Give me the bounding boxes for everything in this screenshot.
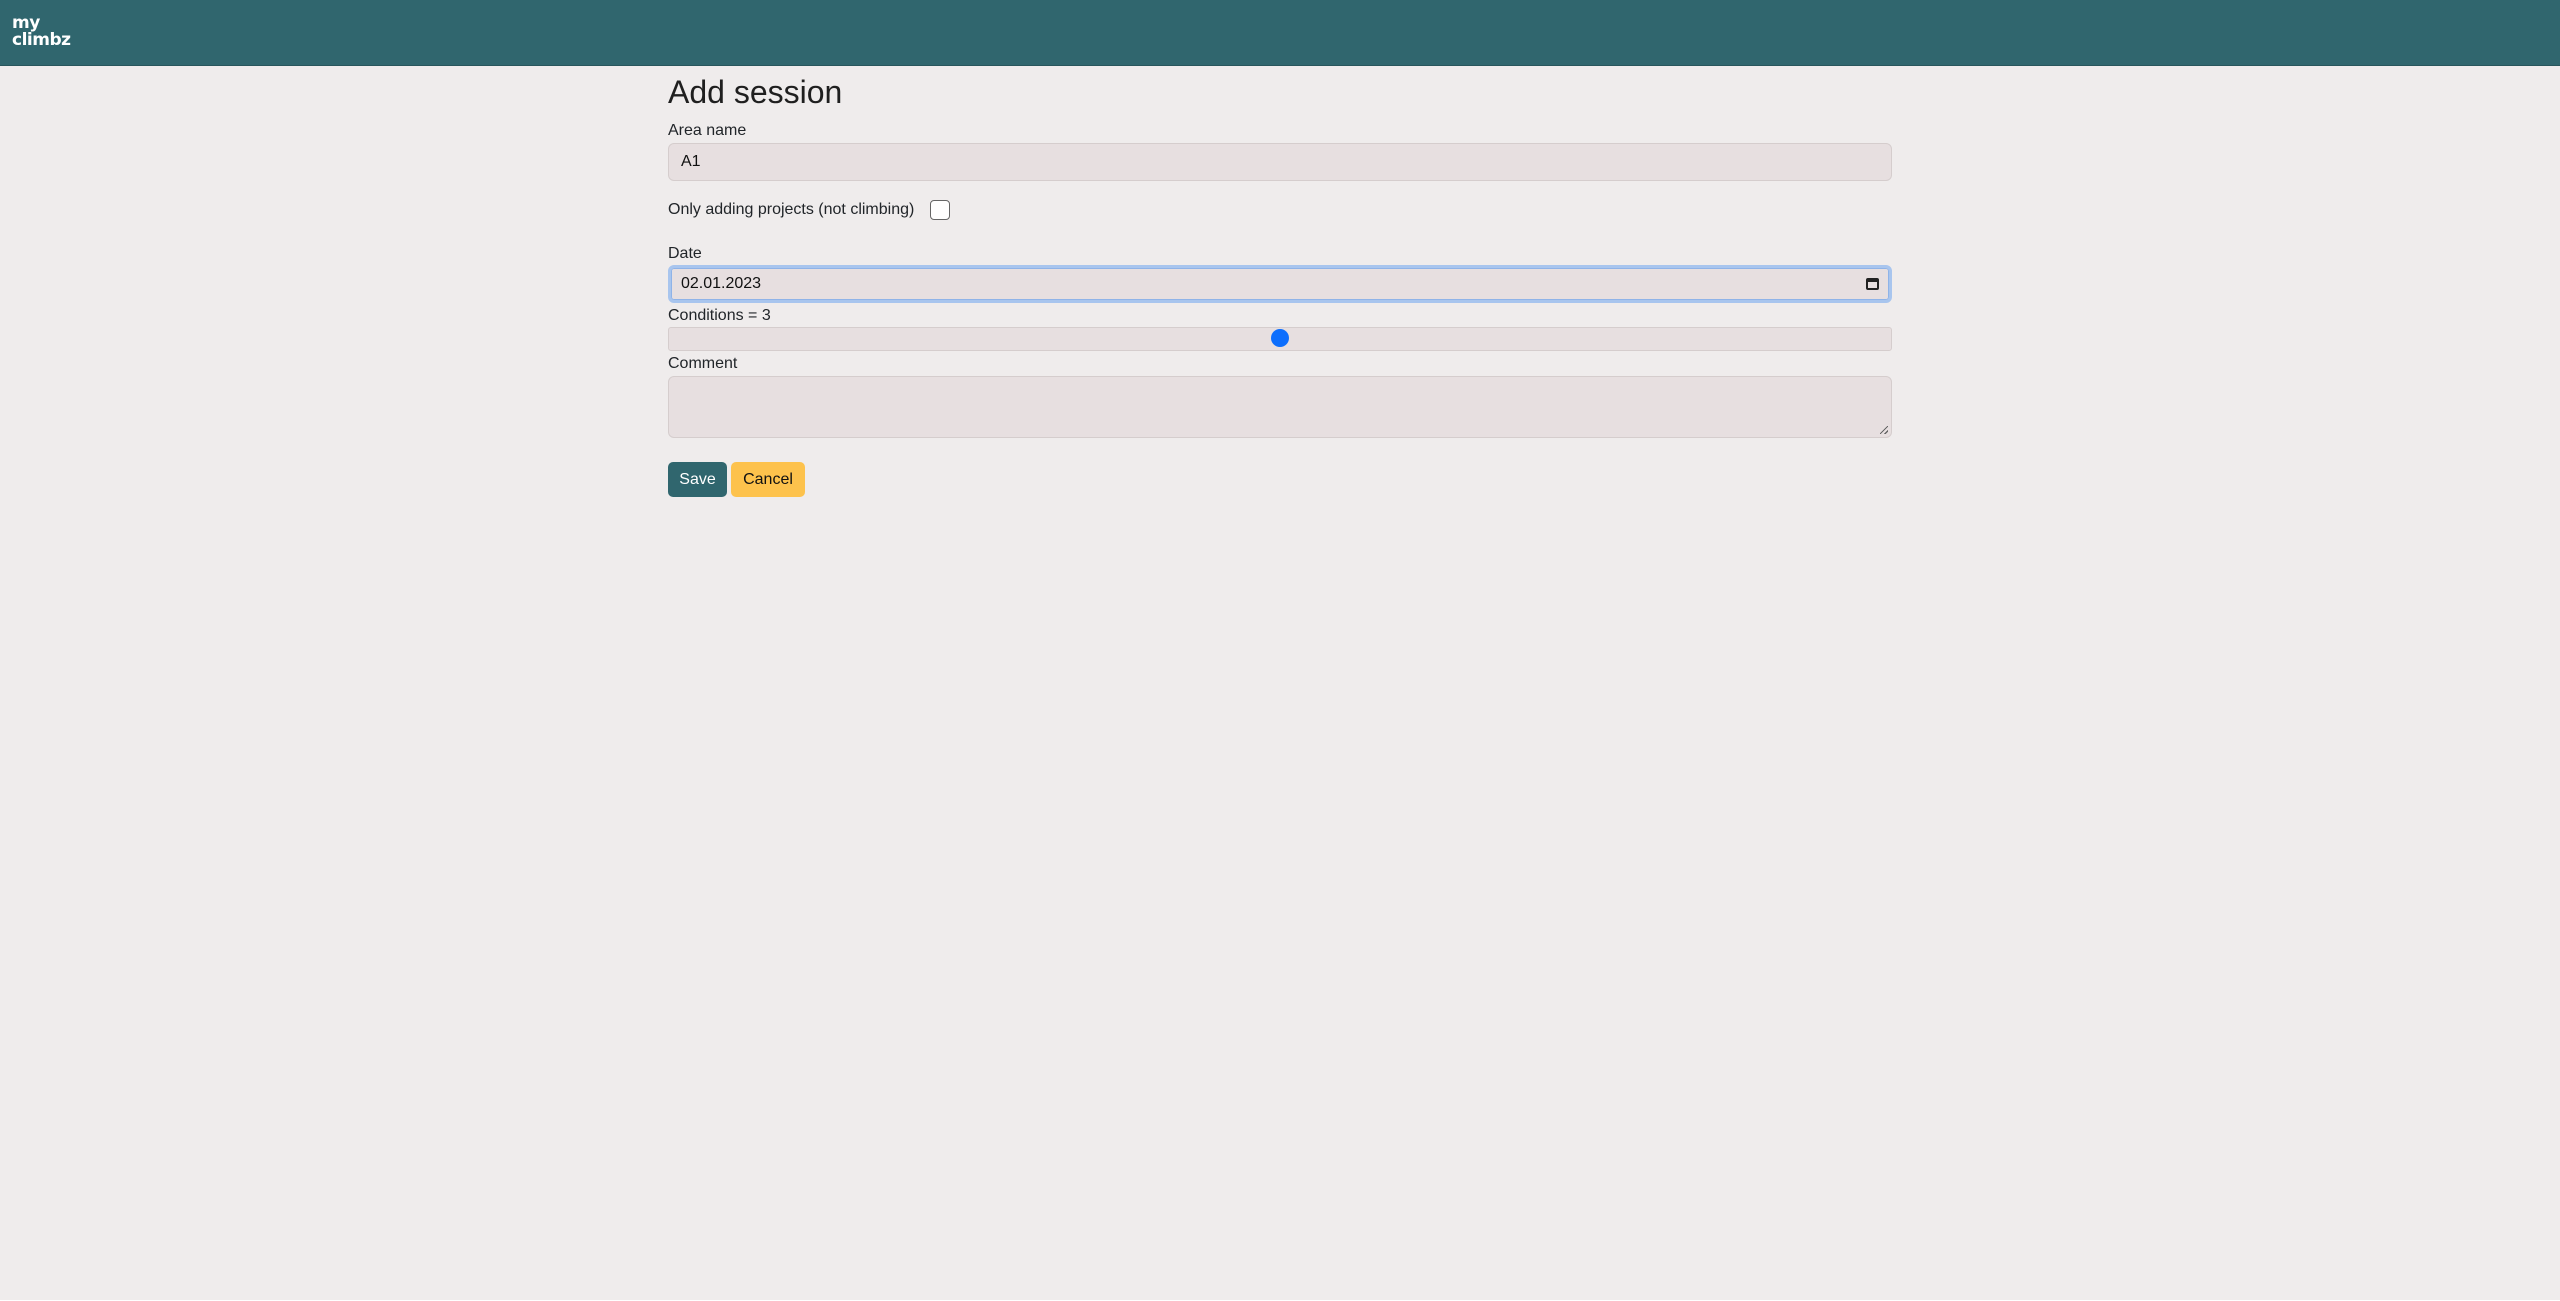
logo-line-2: climbz [12,30,71,50]
cancel-button[interactable]: Cancel [731,462,805,497]
area-name-input[interactable]: A1 [668,143,1892,181]
conditions-label: Conditions = 3 [668,307,771,324]
app-logo[interactable]: my climbz [12,15,72,51]
date-label: Date [668,245,702,262]
resize-grip-icon[interactable] [1880,426,1888,434]
comment-textarea[interactable] [668,376,1892,438]
projects-only-checkbox[interactable] [930,200,950,220]
date-input[interactable]: 02.01.2023 [668,265,1892,303]
area-name-label: Area name [668,122,747,139]
conditions-slider-thumb[interactable] [1271,329,1289,347]
date-value: 02.01.2023 [681,275,762,292]
projects-only-label: Only adding projects (not climbing) [668,201,915,218]
calendar-icon[interactable] [1866,278,1879,290]
top-navbar: my climbz [0,0,2560,66]
save-button[interactable]: Save [668,462,727,497]
comment-label: Comment [668,355,738,372]
page-title: Add session [668,74,843,110]
